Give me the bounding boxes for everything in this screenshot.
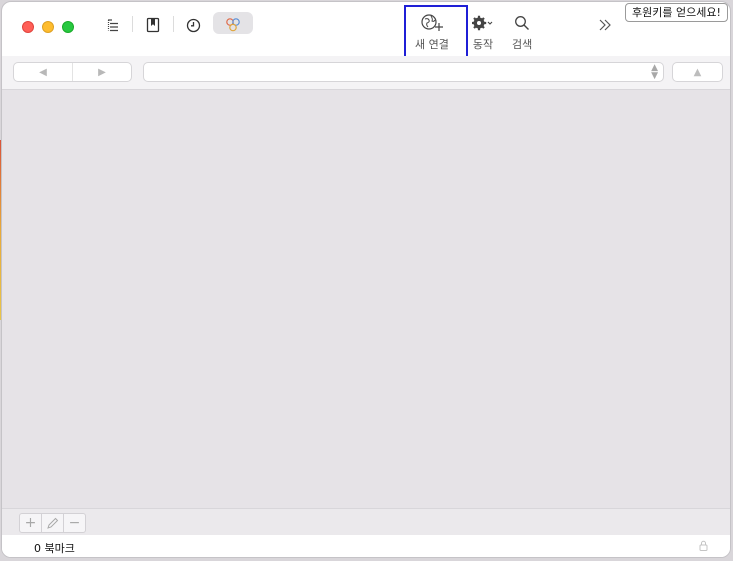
- back-forward-control: ◀ ▶: [13, 62, 132, 82]
- bookmarks-icon[interactable]: [142, 14, 164, 36]
- history-icon[interactable]: [182, 14, 204, 36]
- bookmark-button-group: + −: [19, 513, 86, 533]
- close-window-button[interactable]: [22, 21, 34, 33]
- app-window: 새 연결 동작 검색 후원키를 얻으세요! ◀ ▶ ▲ ▼ ▲ + − 0 북마…: [1, 1, 731, 558]
- toolbar-separator: [132, 16, 133, 32]
- zoom-window-button[interactable]: [62, 21, 74, 33]
- browser-content-area[interactable]: [2, 90, 730, 508]
- gear-dropdown-icon: [472, 12, 494, 34]
- bookmark-count: 0 북마크: [34, 542, 75, 555]
- action-menu-button[interactable]: 동작: [472, 12, 494, 52]
- up-arrow-icon[interactable]: ▲: [672, 62, 723, 82]
- outline-view-icon[interactable]: [102, 14, 124, 36]
- forward-arrow-icon[interactable]: ▶: [72, 63, 131, 81]
- path-dropdown[interactable]: ▲ ▼: [143, 62, 664, 82]
- search-label: 검색: [512, 38, 533, 51]
- back-arrow-icon[interactable]: ◀: [14, 63, 72, 81]
- path-bar: ◀ ▶ ▲ ▼ ▲: [2, 56, 730, 90]
- minus-icon[interactable]: −: [63, 514, 85, 532]
- action-label: 동작: [472, 38, 494, 51]
- selection-highlight-box: [404, 5, 468, 59]
- bookmark-actions-bar: + −: [2, 508, 730, 536]
- minimize-window-button[interactable]: [42, 21, 54, 33]
- search-button[interactable]: 검색: [512, 12, 532, 52]
- status-bar: 0 북마크: [2, 535, 730, 557]
- pencil-icon[interactable]: [41, 514, 63, 532]
- donate-button[interactable]: 후원키를 얻으세요!: [625, 3, 728, 22]
- toolbar: 새 연결 동작 검색 후원키를 얻으세요!: [2, 2, 730, 56]
- toolbar-separator: [173, 16, 174, 32]
- lock-icon: [699, 540, 708, 554]
- plus-icon[interactable]: +: [20, 514, 41, 532]
- search-icon: [514, 12, 530, 34]
- updown-chevron-icon: ▲ ▼: [651, 63, 658, 81]
- toolbar-overflow-chevron-icon[interactable]: [594, 14, 616, 36]
- bonjour-icon[interactable]: [222, 14, 244, 36]
